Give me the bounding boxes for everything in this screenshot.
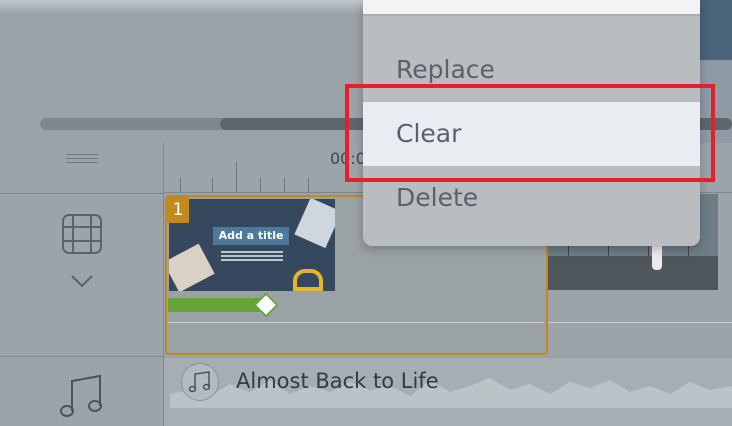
highlight-box — [345, 84, 715, 182]
thumbnail-title: Add a title — [213, 227, 289, 245]
volume-line — [548, 322, 732, 323]
volume-line[interactable] — [168, 322, 544, 323]
clip-number-badge: 1 — [167, 197, 189, 223]
chevron-down-icon[interactable] — [70, 274, 94, 288]
clip-thumbnail: Add a title — [169, 199, 335, 291]
music-note-icon — [188, 371, 211, 393]
menu-top-item[interactable] — [363, 0, 700, 14]
music-note-icon — [60, 374, 102, 417]
transition-bar[interactable] — [168, 298, 264, 312]
film-strip-icon — [62, 214, 102, 254]
audio-clip-icon — [181, 363, 219, 401]
menu-divider — [363, 14, 700, 16]
audio-track-title: Almost Back to Life — [236, 369, 439, 393]
drag-handle-icon[interactable] — [66, 154, 98, 164]
